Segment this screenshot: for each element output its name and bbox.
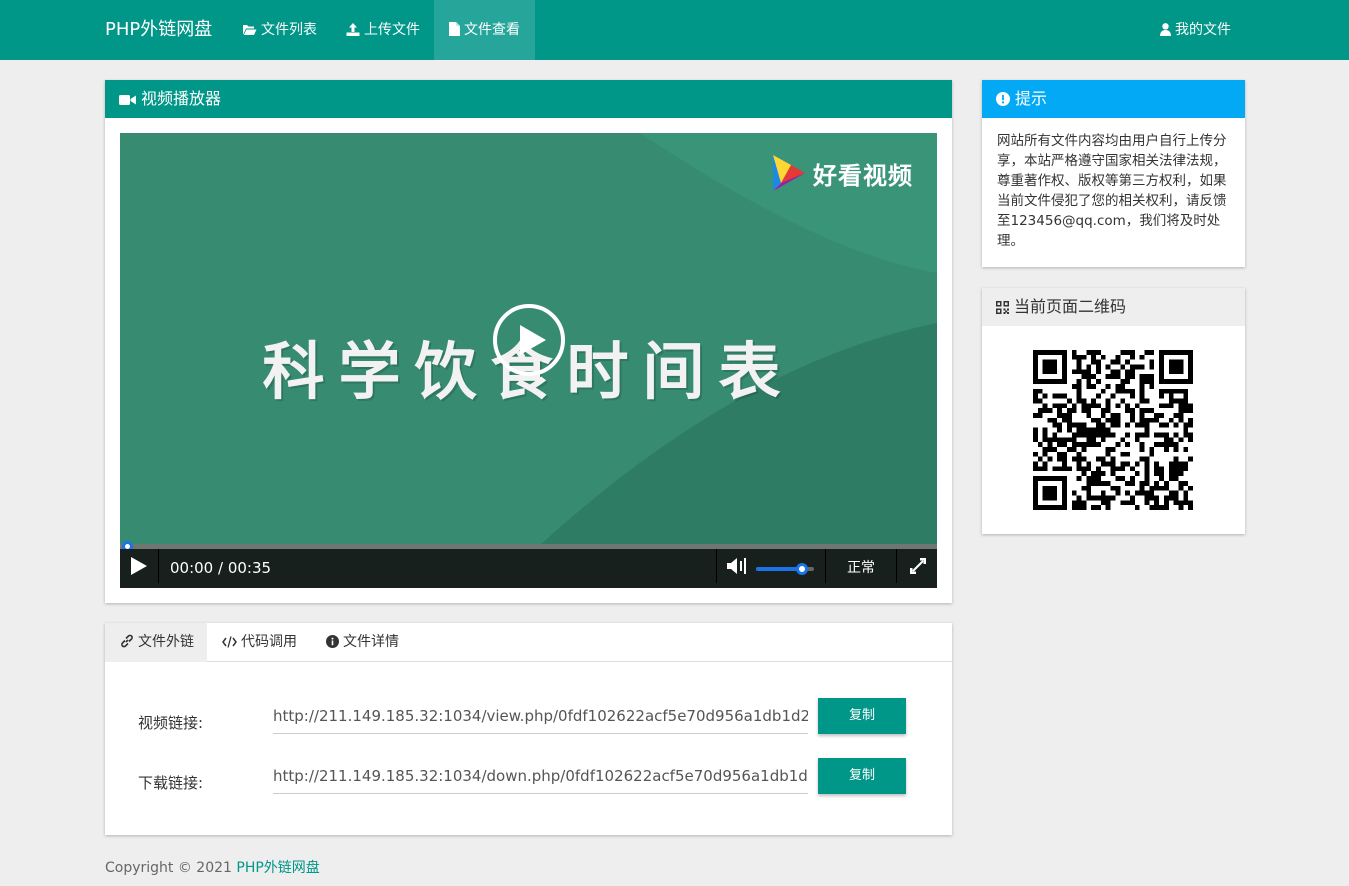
file-icon — [449, 22, 460, 36]
qrcode-icon — [996, 301, 1009, 314]
big-play-icon[interactable] — [492, 303, 566, 377]
code-icon — [222, 636, 237, 648]
upload-icon — [346, 23, 360, 36]
info-circle-icon — [326, 635, 339, 648]
folder-open-icon — [243, 25, 257, 35]
video-player-header: 视频播放器 — [105, 80, 952, 118]
notice-title: 提示 — [1015, 89, 1048, 108]
qrcode-title: 当前页面二维码 — [1014, 297, 1127, 316]
brand-logo[interactable]: PHP外链网盘 — [105, 0, 212, 60]
video-player[interactable]: 好看视频 科学饮食时间表 00:00 / 00:35 正常 — [120, 133, 937, 588]
qrcode-card: 当前页面二维码 — [982, 288, 1245, 534]
nav-file-view[interactable]: 文件查看 — [434, 0, 535, 60]
nav-my-files-label: 我的文件 — [1175, 22, 1231, 38]
nav-file-view-label: 文件查看 — [464, 22, 520, 38]
copy-download-link-button[interactable]: 复制 — [818, 758, 906, 794]
notice-card: 提示 网站所有文件内容均由用户自行上传分享，本站严格遵守国家相关法律法规，尊重著… — [982, 80, 1245, 267]
top-navbar: PHP外链网盘 文件列表 上传文件 文件查看 我的文件 — [0, 0, 1349, 60]
footer-copyright: Copyright © 2021 — [105, 860, 237, 876]
tab-file-link-label: 文件外链 — [138, 634, 194, 650]
nav-upload-label: 上传文件 — [364, 22, 420, 38]
nav-my-files[interactable]: 我的文件 — [1145, 0, 1246, 60]
notice-header: 提示 — [982, 80, 1245, 118]
video-camera-icon — [119, 95, 136, 105]
volume-button[interactable] — [716, 549, 756, 583]
video-watermark: 好看视频 — [771, 153, 913, 193]
footer-brand-link[interactable]: PHP外链网盘 — [236, 860, 319, 876]
video-time: 00:00 / 00:35 — [170, 559, 272, 577]
download-link-label: 下载链接: — [138, 774, 204, 792]
nav-upload[interactable]: 上传文件 — [331, 0, 435, 60]
volume-icon — [726, 558, 746, 574]
nav-file-list-label: 文件列表 — [261, 22, 317, 38]
notice-text: 网站所有文件内容均由用户自行上传分享，本站严格遵守国家相关法律法规，尊重著作权、… — [997, 133, 1227, 249]
video-player-title: 视频播放器 — [141, 89, 222, 108]
video-link-label: 视频链接: — [138, 714, 204, 732]
volume-slider[interactable] — [756, 563, 814, 575]
qrcode-image — [1033, 350, 1193, 510]
fullscreen-button[interactable] — [898, 549, 937, 583]
file-links-card: 文件外链 代码调用 文件详情 视频链接: 复制 下载链接: 复制 — [105, 623, 952, 835]
link-icon — [121, 634, 133, 648]
tab-code[interactable]: 代码调用 — [207, 623, 312, 662]
play-button[interactable] — [120, 549, 159, 583]
qrcode-header: 当前页面二维码 — [982, 288, 1245, 326]
nav-file-list[interactable]: 文件列表 — [227, 0, 332, 60]
copy-video-link-button[interactable]: 复制 — [818, 698, 906, 734]
tab-file-details-label: 文件详情 — [343, 634, 399, 650]
volume-slider-handle[interactable] — [796, 563, 809, 575]
tab-file-details[interactable]: 文件详情 — [311, 623, 414, 662]
tab-bar: 文件外链 代码调用 文件详情 — [105, 623, 952, 662]
video-link-input[interactable] — [273, 698, 808, 734]
video-player-card: 视频播放器 好看视频 科学饮食时间表 00:00 / 00:35 正常 — [105, 80, 952, 603]
fullscreen-icon — [909, 558, 926, 574]
playback-speed-button[interactable]: 正常 — [825, 549, 897, 583]
exclamation-circle-icon — [996, 92, 1010, 106]
user-icon — [1160, 23, 1171, 36]
haokan-logo-icon — [773, 155, 805, 191]
play-icon — [131, 557, 147, 575]
download-link-input[interactable] — [273, 758, 808, 794]
tab-code-label: 代码调用 — [241, 634, 297, 650]
video-controls: 00:00 / 00:35 正常 — [120, 549, 937, 588]
video-watermark-text: 好看视频 — [813, 161, 913, 190]
tab-file-link[interactable]: 文件外链 — [105, 623, 207, 662]
footer: Copyright © 2021 PHP外链网盘 — [105, 857, 320, 877]
